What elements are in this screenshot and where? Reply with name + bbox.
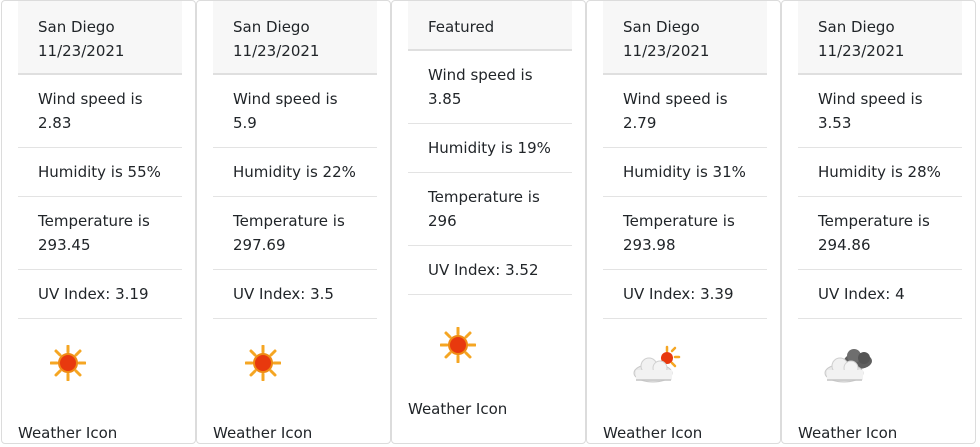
temperature-value: 293.98 (623, 236, 676, 254)
uv-text: UV Index: 4 (818, 285, 905, 303)
temperature-value: 293.45 (38, 236, 91, 254)
uv-text: UV Index: 3.19 (38, 285, 149, 303)
card-header-date: 11/23/2021 (623, 42, 710, 60)
list-item-temperature: Temperature is 296 (408, 173, 572, 246)
list-item-humidity: Humidity is 19% (408, 124, 572, 173)
wind-label: Wind speed is (428, 66, 533, 84)
weather-card: San Diego 11/23/2021 Wind speed is 2.83 … (1, 0, 196, 444)
list-item-uv: UV Index: 4 (798, 270, 962, 319)
list-item-humidity: Humidity is 31% (603, 148, 767, 197)
card-header-city: San Diego (38, 18, 115, 36)
list-item-humidity: Humidity is 22% (213, 148, 377, 197)
list-item-uv: UV Index: 3.19 (18, 270, 182, 319)
wind-label: Wind speed is (38, 90, 143, 108)
card-header-date: 11/23/2021 (233, 42, 320, 60)
list-item-wind: Wind speed is 3.53 (798, 75, 962, 148)
wind-label: Wind speed is (623, 90, 728, 108)
list-item-temperature: Temperature is 293.98 (603, 197, 767, 270)
list-item-wind: Wind speed is 2.79 (603, 75, 767, 148)
weather-icon-label: Weather Icon (213, 424, 313, 442)
card-header-date: 11/23/2021 (818, 42, 905, 60)
card-header-city: San Diego (623, 18, 700, 36)
cloudy-icon (822, 345, 882, 395)
list-item-wind: Wind speed is 5.9 (213, 75, 377, 148)
temperature-value: 297.69 (233, 236, 286, 254)
sun-icon (50, 345, 110, 395)
card-header: San Diego 11/23/2021 (603, 1, 767, 75)
weather-icon-label: Weather Icon (408, 400, 508, 418)
card-header-date: 11/23/2021 (38, 42, 125, 60)
list-item-humidity: Humidity is 55% (18, 148, 182, 197)
wind-value: 2.79 (623, 114, 657, 132)
list-item-wind: Wind speed is 2.83 (18, 75, 182, 148)
uv-text: UV Index: 3.52 (428, 261, 539, 279)
temperature-label: Temperature is (818, 212, 930, 230)
weather-card-row: San Diego 11/23/2021 Wind speed is 2.83 … (0, 0, 980, 447)
humidity-text: Humidity is 22% (233, 163, 356, 181)
weather-card-featured: Featured Wind speed is 3.85 Humidity is … (391, 0, 586, 444)
wind-value: 3.53 (818, 114, 852, 132)
uv-text: UV Index: 3.5 (233, 285, 334, 303)
temperature-label: Temperature is (38, 212, 150, 230)
uv-text: UV Index: 3.39 (623, 285, 734, 303)
card-header-city: San Diego (818, 18, 895, 36)
humidity-text: Humidity is 31% (623, 163, 746, 181)
card-header-title: Featured (428, 18, 495, 36)
humidity-text: Humidity is 19% (428, 139, 551, 157)
weather-icon-label: Weather Icon (798, 424, 898, 442)
list-item-uv: UV Index: 3.5 (213, 270, 377, 319)
humidity-text: Humidity is 28% (818, 163, 941, 181)
temperature-value: 296 (428, 212, 457, 230)
card-header-city: San Diego (233, 18, 310, 36)
card-header: San Diego 11/23/2021 (798, 1, 962, 75)
weather-icon-label: Weather Icon (18, 424, 118, 442)
weather-icon-label: Weather Icon (603, 424, 703, 442)
sun-icon (245, 345, 305, 395)
card-header: San Diego 11/23/2021 (18, 1, 182, 75)
card-header: San Diego 11/23/2021 (213, 1, 377, 75)
partly-cloudy-icon (631, 345, 691, 395)
wind-label: Wind speed is (818, 90, 923, 108)
wind-value: 5.9 (233, 114, 257, 132)
wind-label: Wind speed is (233, 90, 338, 108)
list-item-temperature: Temperature is 297.69 (213, 197, 377, 270)
sun-icon (440, 327, 500, 377)
wind-value: 2.83 (38, 114, 72, 132)
list-item-temperature: Temperature is 293.45 (18, 197, 182, 270)
weather-card: San Diego 11/23/2021 Wind speed is 5.9 H… (196, 0, 391, 444)
list-item-temperature: Temperature is 294.86 (798, 197, 962, 270)
temperature-label: Temperature is (233, 212, 345, 230)
list-item-wind: Wind speed is 3.85 (408, 51, 572, 124)
wind-value: 3.85 (428, 90, 462, 108)
humidity-text: Humidity is 55% (38, 163, 161, 181)
list-item-humidity: Humidity is 28% (798, 148, 962, 197)
list-item-uv: UV Index: 3.39 (603, 270, 767, 319)
card-header: Featured (408, 1, 572, 51)
temperature-label: Temperature is (428, 188, 540, 206)
temperature-label: Temperature is (623, 212, 735, 230)
weather-card: San Diego 11/23/2021 Wind speed is 3.53 … (781, 0, 976, 444)
list-item-uv: UV Index: 3.52 (408, 246, 572, 295)
weather-card: San Diego 11/23/2021 Wind speed is 2.79 … (586, 0, 781, 444)
temperature-value: 294.86 (818, 236, 871, 254)
